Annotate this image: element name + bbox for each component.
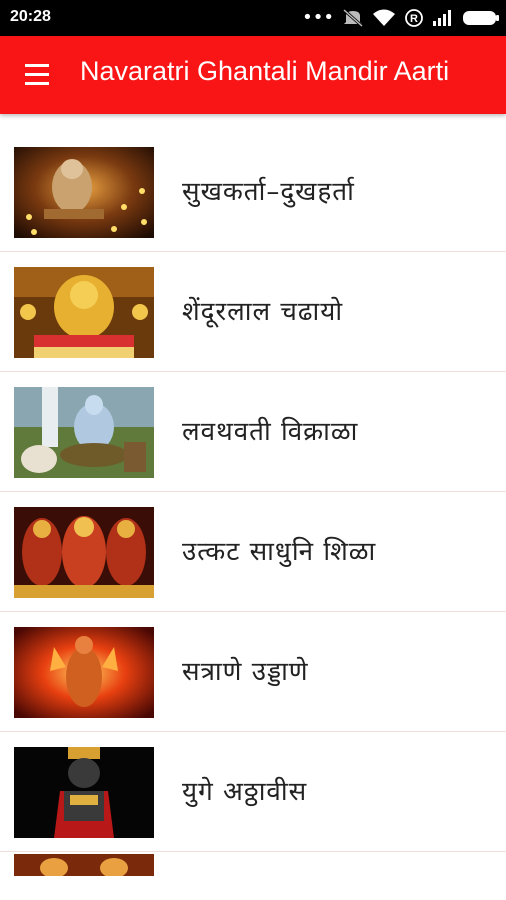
list-item-partial[interactable] [0,852,506,892]
item-label: सुखकर्ता–दुखहर्ता [182,177,355,207]
svg-text:R: R [410,13,418,25]
item-label: शेंदूरलाल चढायो [182,297,344,327]
app-bar: Navaratri Ghantali Mandir Aarti [0,36,506,114]
wifi-icon [373,9,395,26]
shiva-meditation-image [14,387,154,478]
vitthal-image [14,747,154,838]
item-label: लवथवती विक्राळा [182,417,359,447]
hanuman-fire-image [14,627,154,718]
signal-icon [433,10,451,26]
decorated-idols-image [14,507,154,598]
battery-icon [463,11,499,25]
ganesha-golden-idol-image [14,267,154,358]
list-item[interactable]: लवथवती विक्राळा [0,372,506,492]
status-icons: ••• R [302,6,500,30]
item-label: युगे अठ्ठावीस [182,777,308,807]
item-label: सत्राणे उड्डाणे [182,657,309,687]
list-item[interactable]: सुखकर्ता–दुखहर्ता [0,132,506,252]
registered-icon: R [405,9,423,27]
list-item[interactable]: शेंदूरलाल चढायो [0,252,506,372]
aarti-list: सुखकर्ता–दुखहर्ता शेंदूरलाल चढायो लवथवती… [0,132,506,892]
item-label: उत्कट साधुनि शिळा [182,537,377,567]
hamburger-menu-icon[interactable] [22,62,52,88]
status-bar: 20:28 ••• R [0,0,506,36]
list-item[interactable]: सत्राणे उड्डाणे [0,612,506,732]
list-item[interactable]: उत्कट साधुनि शिळा [0,492,506,612]
status-time: 20:28 [10,8,51,25]
partial-thumbnail-image [14,854,154,876]
mute-icon [343,8,363,28]
ganesha-diya-image [14,147,154,238]
list-item[interactable]: युगे अठ्ठावीस [0,732,506,852]
more-dots-icon: ••• [302,7,334,28]
app-title: Navaratri Ghantali Mandir Aarti [80,56,450,86]
